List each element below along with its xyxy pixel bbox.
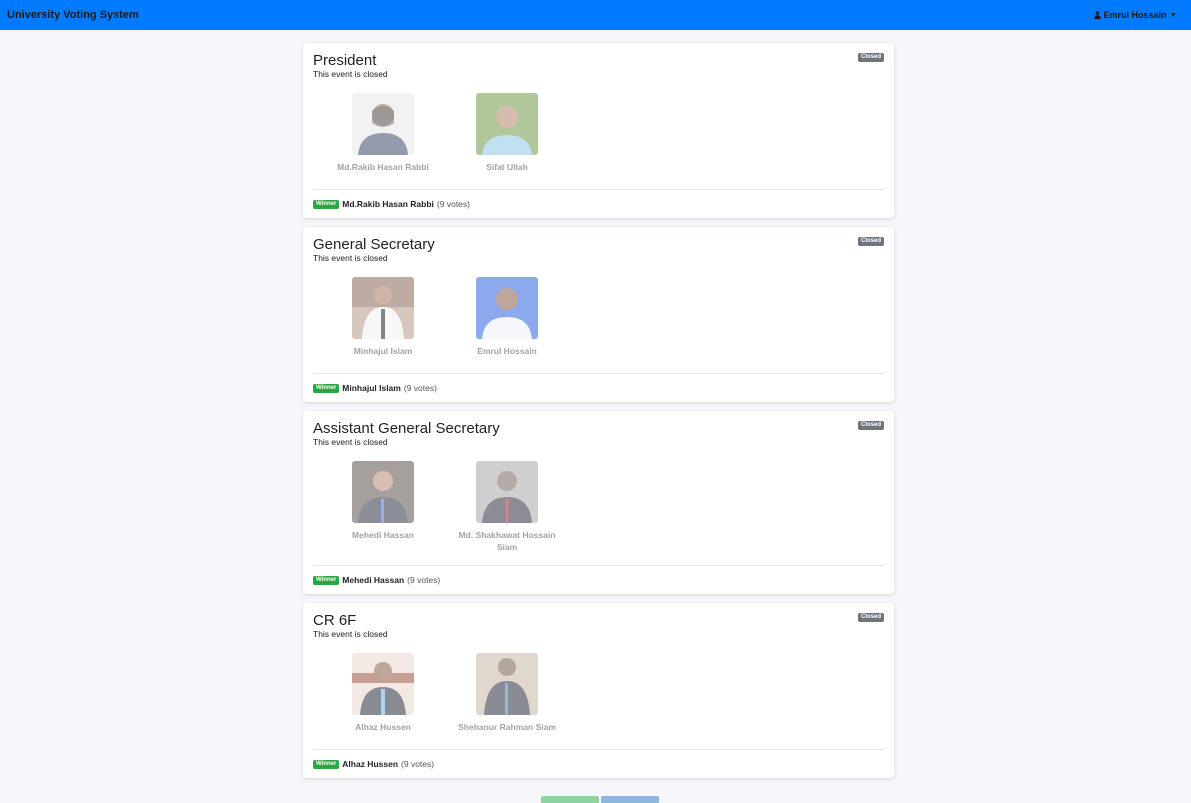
- bottom-actions: [541, 796, 659, 803]
- bottom-blue-button[interactable]: [601, 796, 659, 803]
- candidate-card: Minhajul Islam: [321, 277, 445, 361]
- candidate-card: Md. Shakhawat Hossain Siam: [445, 461, 569, 553]
- closed-badge: Closed: [857, 53, 884, 62]
- winner-row: Winner Md.Rakib Hasan Rabbi (9 votes): [313, 199, 884, 209]
- candidate-card: Sifat Ullah: [445, 93, 569, 177]
- chevron-down-icon: ▾: [1171, 12, 1175, 19]
- event-card-cr-6f: CR 6F This event is closed Closed Alhaz …: [303, 603, 894, 778]
- winner-badge: Winner: [313, 759, 340, 769]
- user-menu-dropdown[interactable]: Emrul Hossain ▾: [1094, 10, 1175, 20]
- winner-row: Winner Mehedi Hassan (9 votes): [313, 575, 884, 585]
- candidate-name: Sifat Ullah: [486, 162, 528, 172]
- event-status-text: This event is closed: [313, 629, 388, 639]
- winner-row: Winner Minhajul Islam (9 votes): [313, 383, 884, 393]
- candidate-name: Mehedi Hassan: [352, 530, 414, 540]
- winner-badge: Winner: [313, 575, 340, 585]
- candidate-list: Md.Rakib Hasan Rabbi Sifat Ullah: [313, 93, 884, 177]
- candidate-name: Minhajul Islam: [353, 346, 413, 356]
- winner-votes: (9 votes): [407, 575, 441, 585]
- candidate-photo: [352, 277, 414, 339]
- winner-votes: (9 votes): [403, 383, 437, 393]
- event-card-president: President This event is closed Closed Md…: [303, 43, 894, 218]
- candidate-name: Alhaz Hussen: [355, 722, 411, 732]
- candidate-photo: [476, 277, 538, 339]
- candidate-photo: [352, 461, 414, 523]
- divider: [313, 189, 884, 190]
- divider: [313, 373, 884, 374]
- event-status-text: This event is closed: [313, 437, 388, 447]
- winner-name: Mehedi Hassan: [342, 575, 405, 585]
- candidate-name: Md.Rakib Hasan Rabbi: [337, 162, 429, 172]
- winner-name: Md.Rakib Hasan Rabbi: [342, 199, 434, 209]
- winner-votes: (9 votes): [436, 199, 470, 209]
- candidate-list: Alhaz Hussen Shehanur Rahman Siam: [313, 653, 884, 737]
- candidate-name: Emrul Hossain: [477, 346, 537, 356]
- candidate-list: Minhajul Islam Emrul Hossain: [313, 277, 884, 361]
- candidate-card: Mehedi Hassan: [321, 461, 445, 553]
- events-list: President This event is closed Closed Md…: [303, 43, 894, 787]
- winner-row: Winner Alhaz Hussen (9 votes): [313, 759, 884, 769]
- candidate-list: Mehedi Hassan Md. Shakhawat Hossain Siam: [313, 461, 884, 553]
- event-title: Assistant General Secretary: [313, 420, 500, 437]
- user-name: Emrul Hossain: [1103, 10, 1167, 20]
- event-status-text: This event is closed: [313, 69, 388, 79]
- bottom-green-button[interactable]: [541, 796, 599, 803]
- winner-badge: Winner: [313, 199, 340, 209]
- closed-badge: Closed: [857, 613, 884, 622]
- closed-badge: Closed: [857, 237, 884, 246]
- event-card-assistant-general-secretary: Assistant General Secretary This event i…: [303, 411, 894, 594]
- candidate-photo: [476, 93, 538, 155]
- divider: [313, 565, 884, 566]
- candidate-photo: [476, 461, 538, 523]
- event-status-text: This event is closed: [313, 253, 388, 263]
- event-title: General Secretary: [313, 236, 435, 253]
- candidate-photo: [352, 653, 414, 715]
- user-icon: [1094, 11, 1102, 19]
- top-navbar: University Voting System Emrul Hossain ▾: [0, 0, 1191, 30]
- winner-badge: Winner: [313, 383, 340, 393]
- candidate-photo: [352, 93, 414, 155]
- divider: [313, 749, 884, 750]
- candidate-card: Shehanur Rahman Siam: [445, 653, 569, 737]
- winner-name: Alhaz Hussen: [342, 759, 399, 769]
- candidate-card: Emrul Hossain: [445, 277, 569, 361]
- candidate-name: Shehanur Rahman Siam: [458, 722, 556, 732]
- candidate-photo: [476, 653, 538, 715]
- event-card-general-secretary: General Secretary This event is closed C…: [303, 227, 894, 402]
- winner-name: Minhajul Islam: [342, 383, 401, 393]
- candidate-card: Alhaz Hussen: [321, 653, 445, 737]
- winner-votes: (9 votes): [401, 759, 435, 769]
- event-title: CR 6F: [313, 612, 357, 629]
- candidate-card: Md.Rakib Hasan Rabbi: [321, 93, 445, 177]
- closed-badge: Closed: [857, 421, 884, 430]
- candidate-name: Md. Shakhawat Hossain Siam: [458, 530, 556, 552]
- event-title: President: [313, 52, 377, 69]
- brand-title[interactable]: University Voting System: [7, 9, 139, 21]
